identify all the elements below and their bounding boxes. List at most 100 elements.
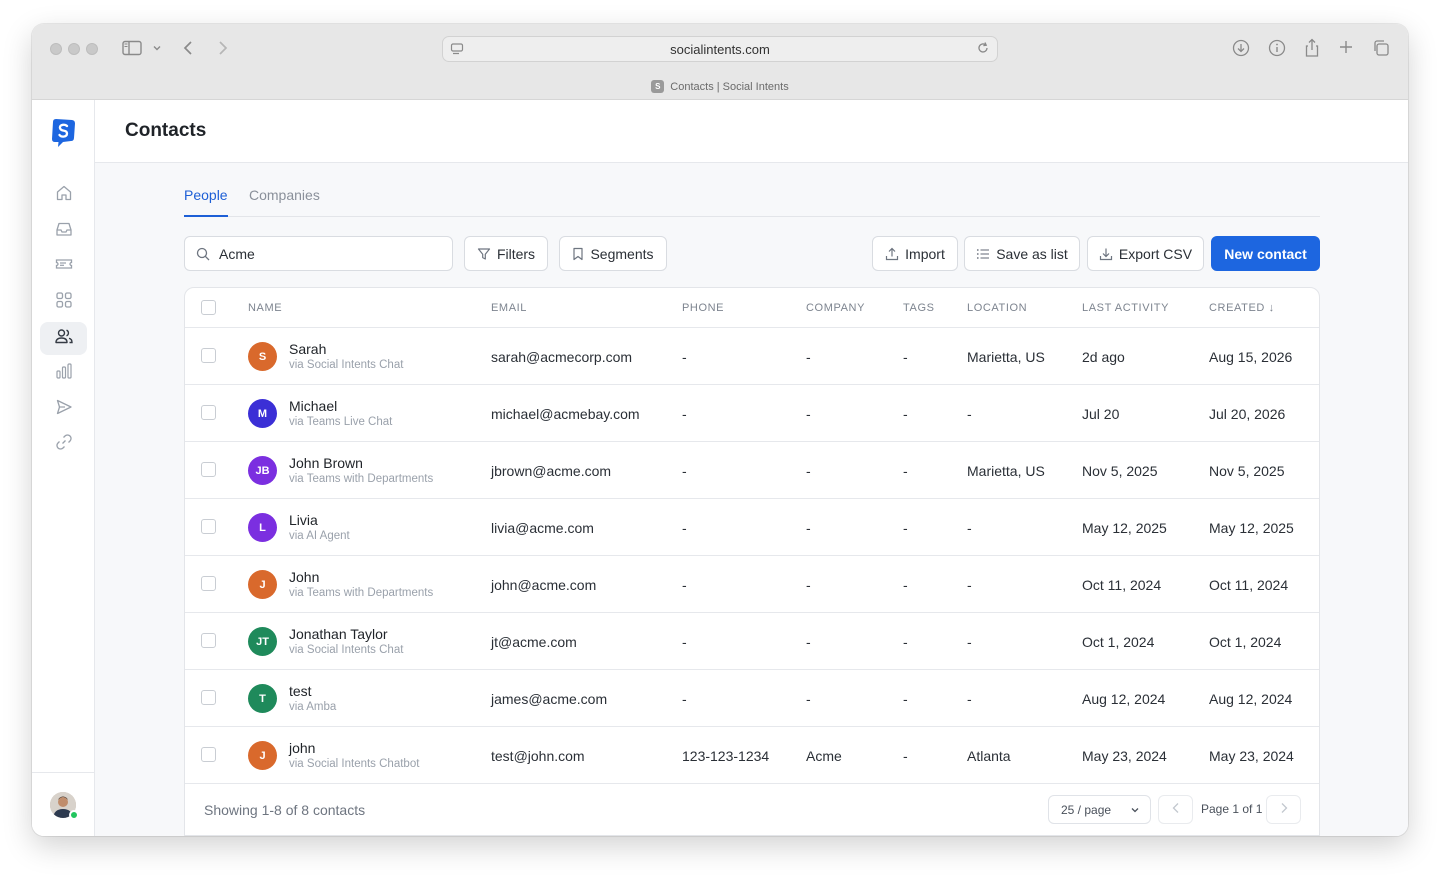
cell-phone: - <box>682 520 687 536</box>
table-row[interactable]: L Livia via AI Agent livia@acme.com - - - - May … <box>185 499 1319 556</box>
search-value: Acme <box>219 245 255 262</box>
row-checkbox[interactable] <box>201 633 216 648</box>
nav-inbox[interactable] <box>40 215 87 248</box>
forward-icon[interactable] <box>215 40 229 56</box>
new-contact-button[interactable]: New contact <box>1211 236 1320 271</box>
downloads-icon[interactable] <box>1232 39 1250 57</box>
address-bar[interactable]: socialintents.com <box>442 36 998 62</box>
nav-home[interactable] <box>40 179 87 212</box>
tab-overview-icon[interactable] <box>1372 39 1390 57</box>
table-row[interactable]: J John via Teams with Departments john@acme… <box>185 556 1319 613</box>
import-button[interactable]: Import <box>872 236 958 271</box>
cell-created: Aug 15, 2026 <box>1209 349 1293 365</box>
share-icon[interactable] <box>1303 38 1321 58</box>
cell-created: May 23, 2024 <box>1209 748 1294 764</box>
col-company[interactable]: COMPANY <box>806 302 865 314</box>
col-name[interactable]: NAME <box>248 302 282 314</box>
contact-avatar: J <box>248 741 277 770</box>
col-created[interactable]: CREATED ↓ <box>1209 302 1275 314</box>
cell-created: Aug 12, 2024 <box>1209 691 1293 707</box>
contact-avatar: JB <box>248 456 277 485</box>
col-phone[interactable]: PHONE <box>682 302 724 314</box>
search-input[interactable]: Acme <box>184 236 453 271</box>
nav-tickets[interactable] <box>40 250 87 283</box>
showing-count: Showing 1-8 of 8 contacts <box>204 802 366 818</box>
download-icon <box>1099 247 1113 261</box>
row-checkbox[interactable] <box>201 576 216 591</box>
export-csv-button[interactable]: Export CSV <box>1087 236 1204 271</box>
new-tab-icon[interactable] <box>1338 39 1354 55</box>
sidebar-toggle-icon[interactable] <box>122 40 142 56</box>
cell-last-activity: Oct 11, 2024 <box>1082 577 1162 593</box>
window-minimize-button[interactable] <box>68 43 80 55</box>
per-page-select[interactable]: 25 / page <box>1048 795 1151 824</box>
cell-last-activity: May 23, 2024 <box>1082 748 1167 764</box>
contact-name[interactable]: test <box>289 683 312 699</box>
col-location[interactable]: LOCATION <box>967 302 1027 314</box>
nav-apps[interactable] <box>40 286 87 319</box>
tab-people[interactable]: People <box>184 187 228 217</box>
contact-name[interactable]: john <box>289 740 315 756</box>
table-row[interactable]: JT Jonathan Taylor via Social Intents Chat… <box>185 613 1319 670</box>
chevron-down-icon[interactable] <box>152 44 162 52</box>
segments-button[interactable]: Segments <box>559 236 667 271</box>
window-close-button[interactable] <box>50 43 62 55</box>
export-csv-label: Export CSV <box>1118 245 1193 262</box>
cell-created: May 12, 2025 <box>1209 520 1294 536</box>
row-checkbox[interactable] <box>201 405 216 420</box>
next-page-button[interactable] <box>1266 795 1301 824</box>
back-icon[interactable] <box>182 40 196 56</box>
favicon-icon: S <box>651 80 665 93</box>
tab-companies[interactable]: Companies <box>249 187 320 217</box>
page-indicator: Page 1 of 1 <box>1201 802 1263 816</box>
browser-tab[interactable]: S Contacts | Social Intents <box>32 80 1408 93</box>
col-email[interactable]: EMAIL <box>491 302 527 314</box>
apps-grid-icon <box>55 291 73 314</box>
row-checkbox[interactable] <box>201 519 216 534</box>
contact-source: via Teams with Departments <box>289 473 434 485</box>
table-row[interactable]: Jjohn via Social Intents Chatbot test@john… <box>185 727 1319 784</box>
filters-button[interactable]: Filters <box>464 236 548 271</box>
table-row[interactable]: M Michael via Teams Live Chat michael@acmeb… <box>185 385 1319 442</box>
social-intents-logo[interactable] <box>49 118 77 147</box>
cell-tags: - <box>903 349 908 365</box>
save-as-list-button[interactable]: Save as list <box>964 236 1080 271</box>
cell-phone: 123-123-1234 <box>682 748 770 764</box>
table-row[interactable]: JB John Brown via Teams with Departments jb… <box>185 442 1319 499</box>
nav-campaigns[interactable] <box>40 393 87 426</box>
page-settings-icon[interactable] <box>450 42 464 59</box>
table-header: NAME EMAIL PHONE COMPANY TAGS LOCATION L… <box>185 288 1319 328</box>
row-checkbox[interactable] <box>201 462 216 477</box>
prev-page-button[interactable] <box>1158 795 1193 824</box>
app-content: Contacts People Companies Acme Filters S… <box>32 100 1408 836</box>
url-text: socialintents.com <box>670 41 770 57</box>
contact-name[interactable]: John Brown <box>289 455 363 471</box>
nav-contacts[interactable] <box>40 322 87 355</box>
contact-tabs: People Companies <box>184 187 1320 217</box>
home-icon <box>55 184 73 207</box>
contact-source: via Amba <box>289 701 337 713</box>
contact-name[interactable]: John <box>289 569 319 585</box>
window-zoom-button[interactable] <box>86 43 98 55</box>
contact-name[interactable]: Jonathan Taylor <box>289 626 388 642</box>
nav-integrations[interactable] <box>40 428 87 461</box>
contact-avatar: J <box>248 570 277 599</box>
cell-email: test@john.com <box>491 748 585 764</box>
cell-location: - <box>967 406 972 422</box>
cell-tags: - <box>903 520 908 536</box>
info-icon[interactable] <box>1268 39 1286 57</box>
col-tags[interactable]: TAGS <box>903 302 935 314</box>
col-last-activity[interactable]: LAST ACTIVITY <box>1082 302 1169 314</box>
row-checkbox[interactable] <box>201 348 216 363</box>
chevron-down-icon <box>1130 804 1140 818</box>
contact-name[interactable]: Livia <box>289 512 318 528</box>
row-checkbox[interactable] <box>201 690 216 705</box>
reload-icon[interactable] <box>976 41 990 58</box>
table-row[interactable]: Ttest via Amba james@acme.com - - - - Aug 12, 2… <box>185 670 1319 727</box>
nav-reports[interactable] <box>40 357 87 390</box>
row-checkbox[interactable] <box>201 747 216 762</box>
contact-name[interactable]: Michael <box>289 398 337 414</box>
contact-name[interactable]: Sarah <box>289 341 326 357</box>
table-row[interactable]: S Sarah via Social Intents Chat sarah@acmec… <box>185 328 1319 385</box>
select-all-checkbox[interactable] <box>201 300 216 315</box>
